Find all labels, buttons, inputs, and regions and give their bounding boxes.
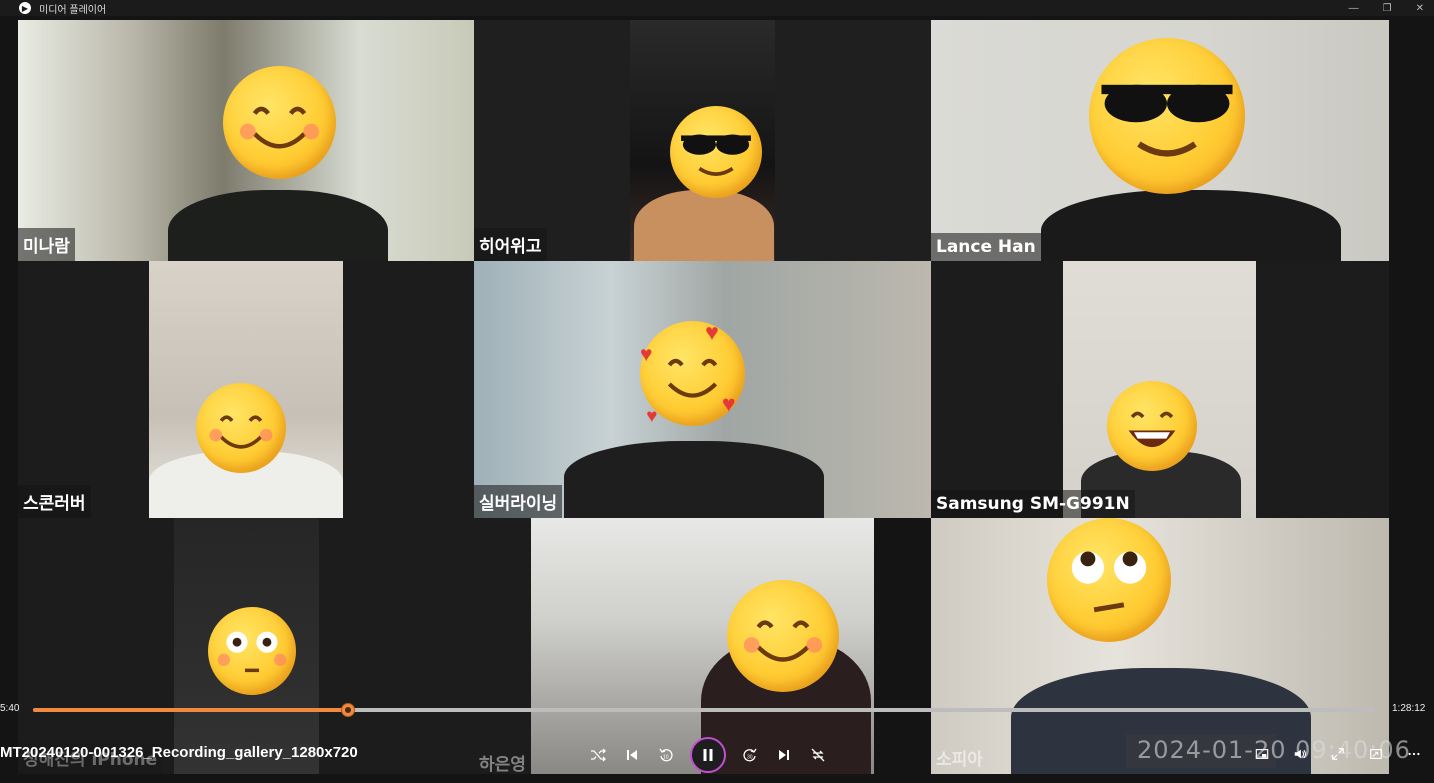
- flushed-emoji-icon: [208, 607, 296, 695]
- pause-icon: [703, 749, 713, 761]
- participant-tile: Lance Han: [931, 20, 1389, 261]
- participant-name: 실버라이닝: [474, 485, 563, 518]
- video-gallery: 미나람 히어위고 Lance Han 스콘러버 ♥ ♥ ♥ ♥ 실버라이닝 Sa…: [18, 4, 1389, 775]
- smiling-blush-emoji-icon: [727, 580, 839, 692]
- previous-icon[interactable]: [622, 745, 642, 765]
- svg-text:♥: ♥: [705, 321, 719, 345]
- participant-tile: 히어위고: [474, 20, 931, 261]
- repeat-off-icon[interactable]: [808, 745, 828, 765]
- eye-roll-emoji-icon: [1047, 518, 1171, 642]
- miniplayer-icon[interactable]: [1252, 744, 1272, 764]
- total-duration: 1:28:12: [1392, 703, 1426, 714]
- participant-tile: 정해진의 iPhone: [18, 518, 531, 774]
- svg-text:♥: ♥: [640, 343, 652, 366]
- pause-button[interactable]: [690, 737, 726, 773]
- volume-icon[interactable]: [1290, 744, 1310, 764]
- participant-name: Lance Han: [931, 233, 1041, 261]
- cast-icon[interactable]: [1366, 744, 1386, 764]
- participant-name: Samsung SM-G991N: [931, 490, 1135, 518]
- fullscreen-icon[interactable]: [1328, 744, 1348, 764]
- grinning-emoji-icon: [1107, 381, 1197, 471]
- file-name: MT20240120-001326_Recording_gallery_1280…: [0, 744, 358, 761]
- sunglasses-emoji-icon: [670, 106, 762, 198]
- sunglasses-emoji-icon: [1089, 38, 1245, 194]
- svg-text:♥: ♥: [646, 406, 657, 426]
- more-icon[interactable]: [1404, 744, 1424, 764]
- close-icon[interactable]: ✕: [1416, 3, 1424, 14]
- smiling-blush-emoji-icon: [223, 66, 336, 179]
- participant-name: 미나람: [18, 228, 75, 261]
- participant-name: 소피아: [936, 750, 983, 770]
- participant-tile: 스콘러버: [18, 261, 474, 518]
- smiling-blush-emoji-icon: [196, 383, 286, 473]
- next-icon[interactable]: [774, 745, 794, 765]
- smiling-hearts-emoji-icon: ♥ ♥ ♥ ♥: [640, 321, 745, 426]
- svg-text:♥: ♥: [722, 390, 736, 416]
- participant-name: 히어위고: [474, 228, 547, 261]
- seek-bar-progress: [33, 708, 349, 712]
- forward-30-icon[interactable]: 30: [740, 745, 760, 765]
- rewind-10-icon[interactable]: 10: [656, 745, 676, 765]
- elapsed-time: 5:40: [0, 703, 20, 714]
- participant-tile: ♥ ♥ ♥ ♥ 실버라이닝: [474, 261, 931, 518]
- playback-controls: 10 30: [588, 736, 828, 774]
- seek-bar[interactable]: [33, 703, 1375, 717]
- participant-tile: Samsung SM-G991N: [931, 261, 1389, 518]
- participant-name: 하은영: [479, 755, 526, 775]
- participant-tile: 미나람: [18, 20, 474, 261]
- secondary-controls: [1252, 744, 1424, 764]
- svg-text:30: 30: [747, 755, 753, 761]
- participant-name: 스콘러버: [18, 485, 91, 518]
- svg-text:10: 10: [663, 755, 669, 761]
- shuffle-icon[interactable]: [588, 745, 608, 765]
